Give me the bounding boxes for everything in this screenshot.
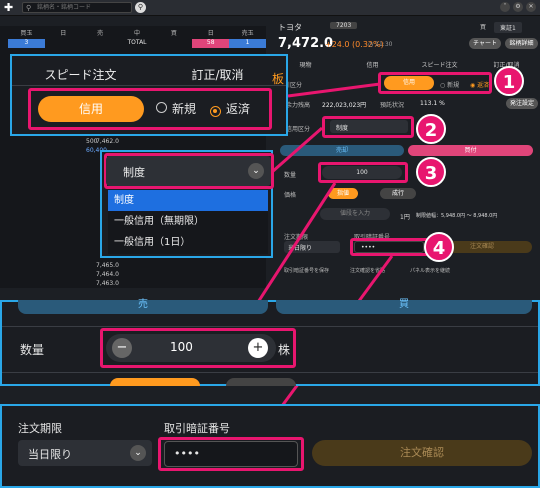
divider [2, 372, 538, 373]
market-button-zoom[interactable] [226, 378, 296, 386]
qty-value[interactable]: 100 [170, 340, 193, 354]
pin-value: •••• [174, 447, 200, 460]
qty-unit: 株 [278, 343, 291, 357]
step-badge-3: 3 [416, 157, 446, 187]
chevron-down-icon[interactable]: ⌄ [130, 445, 146, 461]
option-general-unlimited[interactable]: 一般信用（無期限） [108, 211, 268, 232]
minus-icon[interactable]: − [112, 338, 132, 358]
step-badge-2: 2 [416, 114, 446, 144]
step-badge-4: 4 [424, 232, 454, 262]
divider [2, 326, 538, 327]
option-general-1day[interactable]: 一般信用（1日） [108, 232, 268, 253]
step-badge-1: 1 [494, 66, 524, 96]
pin-label: 取引暗証番号 [164, 422, 230, 435]
period-label: 注文期限 [18, 422, 62, 435]
option-standard[interactable]: 制度 [108, 190, 268, 211]
credit-type-options: 制度 一般信用（無期限） 一般信用（1日） [108, 190, 268, 254]
chevron-down-icon[interactable]: ⌄ [248, 163, 264, 179]
confirm-button[interactable]: 注文確認 [312, 440, 532, 466]
qty-label: 数量 [20, 343, 45, 357]
sell-tab-zoom[interactable]: 売 [18, 300, 268, 314]
period-value: 当日限り [28, 448, 72, 461]
credit-type-selected: 制度 [123, 166, 145, 179]
plus-icon[interactable]: + [248, 338, 268, 358]
limit-button-zoom[interactable] [110, 378, 200, 386]
buy-tab-zoom[interactable]: 買 [276, 300, 532, 314]
